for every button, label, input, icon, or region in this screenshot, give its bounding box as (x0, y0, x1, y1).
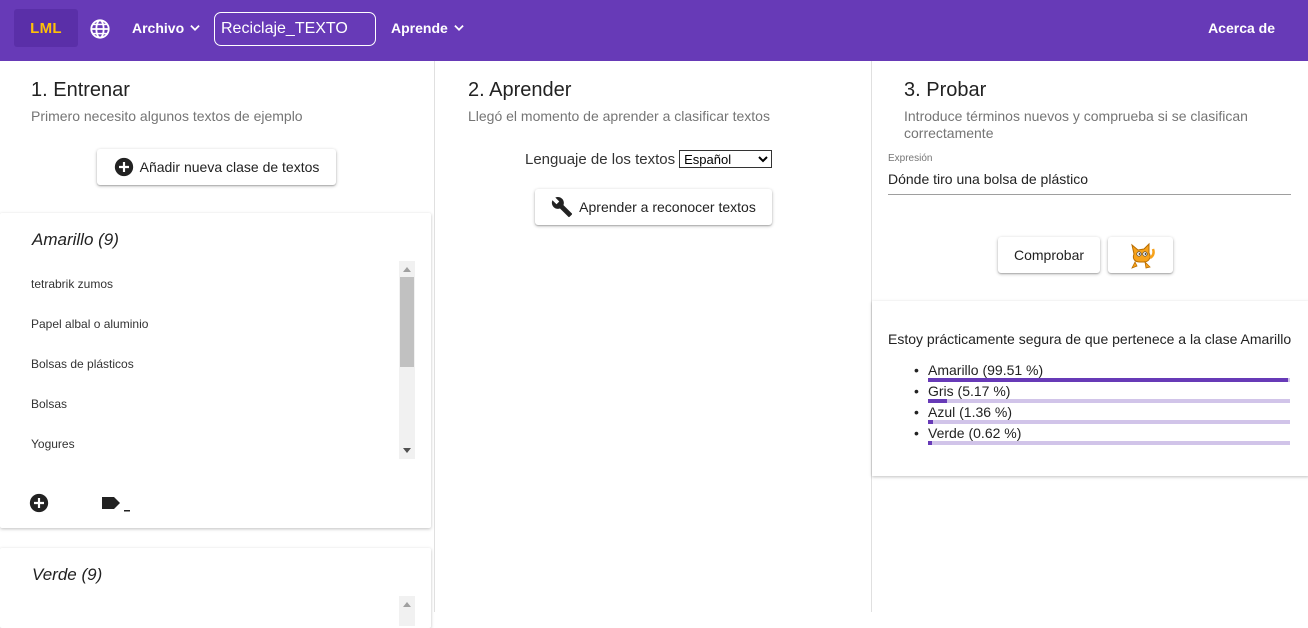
expression-input[interactable]: Dónde tiro una bolsa de plástico (888, 171, 1291, 195)
list-item[interactable]: Papel albal o aluminio (31, 313, 416, 353)
scratch-cat-icon (1130, 242, 1155, 269)
results-panel: Estoy prácticamente segura de que perten… (872, 301, 1308, 476)
add-example-icon[interactable] (29, 493, 49, 513)
learn-title: 2. Aprender (468, 79, 572, 101)
wrench-icon (552, 197, 573, 218)
learn-subtitle: Llegó el momento de aprender a clasifica… (468, 108, 770, 124)
confidence-bar (928, 399, 1290, 403)
list-item[interactable]: Yogures (31, 433, 416, 461)
train-subtitle: Primero necesito algunos textos de ejemp… (31, 108, 303, 124)
list-item[interactable]: tetrabrik zumos (31, 273, 416, 313)
archivo-menu[interactable]: Archivo (132, 20, 202, 36)
chevron-down-icon (454, 25, 464, 31)
language-row: Lenguaje de los textos Español (525, 150, 773, 168)
scratch-button[interactable] (1108, 237, 1173, 273)
confidence-bar (928, 420, 1290, 424)
class-card-verde: Verde (9) (0, 548, 431, 628)
class-title[interactable]: Verde (9) (32, 565, 102, 585)
archivo-menu-label: Archivo (132, 20, 185, 36)
aprende-menu-label: Aprende (391, 20, 448, 36)
result-item: Gris (5.17 %) (914, 383, 1291, 404)
check-button-label: Comprobar (1013, 247, 1085, 263)
train-panel: 1. Entrenar Primero necesito algunos tex… (0, 61, 433, 628)
confidence-bar-fill (928, 441, 932, 445)
test-subtitle: Introduce términos nuevos y comprueba si… (904, 108, 1248, 141)
add-circle-icon (114, 157, 133, 177)
confidence-bar-fill (928, 420, 933, 424)
scroll-thumb[interactable] (400, 277, 414, 367)
label-tag-icon[interactable] (101, 495, 131, 513)
about-link[interactable]: Acerca de (1208, 20, 1275, 36)
add-class-label: Añadir nueva clase de textos (139, 159, 320, 175)
confidence-bar (928, 378, 1290, 382)
confidence-bar-fill (928, 378, 1289, 382)
learn-button[interactable]: Aprender a reconocer textos (535, 189, 772, 225)
add-class-button[interactable]: Añadir nueva clase de textos (97, 149, 336, 185)
class-examples-list: tetrabrik zumos Papel albal o aluminio B… (31, 273, 416, 461)
result-label: Azul (1.36 %) (928, 404, 1013, 420)
result-item: Verde (0.62 %) (914, 425, 1291, 446)
test-title: 3. Probar (904, 79, 987, 101)
language-select[interactable]: Español (679, 150, 773, 168)
scroll-down-icon[interactable] (399, 443, 415, 459)
class-card-amarillo: Amarillo (9) tetrabrik zumos Papel albal… (0, 213, 431, 528)
class-title[interactable]: Amarillo (9) (32, 230, 119, 250)
result-item: Amarillo (99.51 %) (914, 362, 1291, 383)
project-name-input[interactable] (214, 12, 376, 46)
train-title: 1. Entrenar (31, 79, 130, 101)
scroll-up-icon[interactable] (399, 261, 415, 277)
list-item[interactable]: Bolsas (31, 393, 416, 433)
confidence-bar-fill (928, 399, 947, 403)
test-panel: 3. Probar Introduce términos nuevos y co… (871, 61, 1308, 612)
list-scrollbar[interactable] (399, 596, 415, 626)
result-label: Amarillo (99.51 %) (928, 362, 1044, 378)
result-label: Gris (5.17 %) (928, 383, 1011, 399)
confidence-bar (928, 441, 1290, 445)
learn-panel: 2. Aprender Llegó el momento de aprender… (434, 61, 870, 612)
aprende-menu[interactable]: Aprende (391, 20, 466, 36)
expression-label: Expresión (888, 153, 933, 164)
top-app-bar: LML Archivo Aprende Acerca de (0, 0, 1308, 61)
list-item[interactable]: Bolsas de plásticos (31, 353, 416, 393)
learn-button-label: Aprender a reconocer textos (579, 199, 756, 215)
list-scrollbar[interactable] (399, 261, 415, 459)
result-summary: Estoy prácticamente segura de que perten… (888, 331, 1292, 347)
app-logo[interactable]: LML (14, 9, 78, 47)
result-label: Verde (0.62 %) (928, 425, 1022, 441)
language-label: Lenguaje de los textos (525, 150, 676, 168)
result-item: Azul (1.36 %) (914, 404, 1291, 425)
check-button[interactable]: Comprobar (998, 237, 1100, 273)
globe-icon[interactable] (89, 18, 111, 40)
chevron-down-icon (190, 25, 200, 31)
scroll-up-icon[interactable] (399, 596, 415, 612)
results-list: Amarillo (99.51 %) Gris (5.17 %) Azul (1… (914, 362, 1291, 446)
